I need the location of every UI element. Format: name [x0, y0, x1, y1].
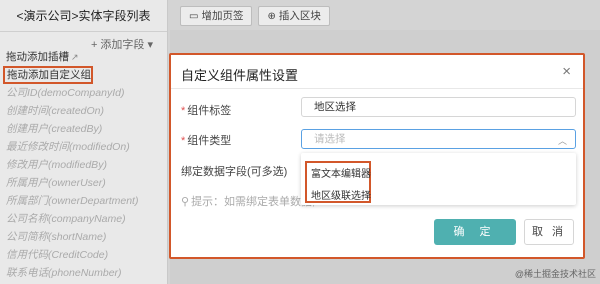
- panel-title: <演示公司>实体字段列表: [0, 0, 167, 32]
- list-item[interactable]: 创建时间(createdOn): [0, 102, 168, 120]
- list-item[interactable]: 最近修改时间(modifiedOn): [0, 138, 168, 156]
- hint-text: ⚲ 提示：如需绑定表单数据,: [181, 196, 316, 208]
- dialog-title: 自定义组件属性设置: [181, 68, 299, 83]
- list-item[interactable]: 信用代码(CreditCode): [0, 246, 168, 264]
- bulb-icon: ⚲: [181, 196, 190, 208]
- type-dropdown: 富文本编辑器 地区级联选择: [301, 153, 576, 205]
- toolbar: ▭ 增加页签 ⊕ 插入区块: [180, 6, 330, 26]
- dialog-header: 自定义组件属性设置 ×: [171, 55, 583, 89]
- component-label-label: * 组件标签: [181, 105, 232, 117]
- plus-circle-icon: ⊕: [267, 11, 276, 22]
- custom-component-dialog: 自定义组件属性设置 × * 组件标签 地区选择 * 组件类型 请选择 ︿ 绑定数据字…: [169, 53, 585, 259]
- field-item-slot[interactable]: 拖动添加插槽 ↗: [0, 48, 168, 66]
- bind-field-label: 绑定数据字段(可多选): [181, 166, 288, 178]
- entity-field-panel: <演示公司>实体字段列表 + 添加字段 ▾ 拖动添加插槽↗ 拖动添加自定义组件↗…: [0, 0, 168, 284]
- close-icon[interactable]: ×: [562, 63, 571, 80]
- component-type-select[interactable]: 请选择 ︿: [301, 129, 576, 149]
- folder-icon: ▭: [189, 11, 199, 22]
- add-page-button[interactable]: ▭ 增加页签: [180, 6, 253, 26]
- option-region-cascade[interactable]: 地区级联选择: [311, 187, 371, 202]
- list-item[interactable]: 公司简称(shortName): [0, 228, 168, 246]
- list-item[interactable]: 创建用户(createdBy): [0, 120, 168, 138]
- watermark: @稀土掘金技术社区: [514, 269, 596, 279]
- list-item[interactable]: 所属部门(ownerDepartment): [0, 192, 168, 210]
- option-rich-text-editor[interactable]: 富文本编辑器: [311, 165, 371, 180]
- component-type-label: * 组件类型: [181, 135, 232, 147]
- list-item[interactable]: 所属用户(ownerUser): [0, 174, 168, 192]
- confirm-button[interactable]: 确 定: [434, 219, 516, 245]
- external-link-icon: ↗: [71, 52, 79, 62]
- component-label-input[interactable]: 地区选择: [301, 97, 576, 117]
- list-item[interactable]: 公司ID(demoCompanyId): [0, 84, 168, 102]
- insert-block-button[interactable]: ⊕ 插入区块: [258, 6, 330, 26]
- cancel-button[interactable]: 取 消: [524, 219, 574, 245]
- list-item[interactable]: 公司名称(companyName): [0, 210, 168, 228]
- field-item-custom-component[interactable]: 拖动添加自定义组件↗: [3, 66, 93, 84]
- field-list: 拖动添加插槽↗ 拖动添加自定义组件↗ 公司ID(demoCompanyId) 创…: [0, 48, 168, 282]
- chevron-up-icon: ︿: [557, 136, 567, 146]
- list-item[interactable]: 联系电话(phoneNumber): [0, 264, 168, 282]
- list-item[interactable]: 修改用户(modifiedBy): [0, 156, 168, 174]
